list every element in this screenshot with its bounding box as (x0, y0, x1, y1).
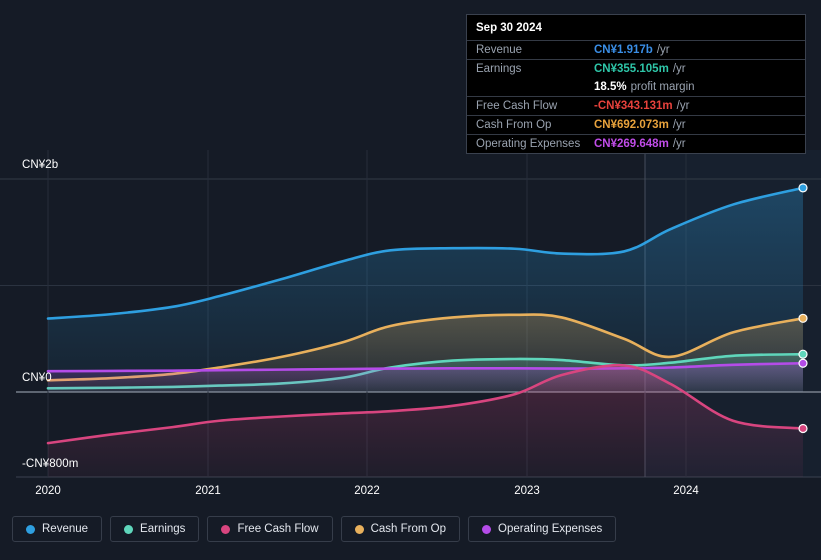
legend-item-revenue[interactable]: Revenue (12, 516, 103, 542)
legend-dot-cash-from-op-icon (354, 524, 364, 534)
tooltip-row-revenue: Revenue CN¥1.917b /yr (467, 40, 805, 59)
endpoint-dot (799, 314, 807, 322)
chart-legend: Revenue Earnings Free Cash Flow Cash Fro… (12, 516, 617, 542)
legend-item-free-cash-flow[interactable]: Free Cash Flow (207, 516, 333, 542)
tooltip-date: Sep 30 2024 (476, 22, 542, 34)
tooltip-label-revenue: Revenue (476, 44, 523, 56)
y-axis-label-bottom: -CN¥800m (22, 458, 79, 470)
tooltip-label-free-cash-flow: Free Cash Flow (476, 100, 558, 112)
tooltip-row-earnings: Earnings CN¥355.105m /yr (467, 59, 805, 78)
legend-label-cash-from-op: Cash From Op (370, 523, 447, 535)
tooltip-row-profit-margin: 18.5% profit margin (467, 78, 805, 96)
legend-dot-revenue-icon (26, 524, 35, 534)
tooltip-value-free-cash-flow: -CN¥343.131m (594, 100, 673, 112)
tooltip-row-operating-expenses: Operating Expenses CN¥269.648m /yr (467, 134, 805, 153)
y-axis-label-zero: CN¥0 (22, 372, 52, 384)
endpoint-dot (799, 350, 807, 358)
tooltip-label-cash-from-op: Cash From Op (476, 119, 552, 131)
endpoint-dot (799, 359, 807, 367)
x-axis-tick-2024: 2024 (673, 485, 699, 497)
legend-label-free-cash-flow: Free Cash Flow (237, 523, 319, 535)
tooltip-suffix-cash-from-op: /yr (672, 119, 686, 131)
x-axis-tick-2022: 2022 (354, 485, 380, 497)
legend-item-operating-expenses[interactable]: Operating Expenses (468, 516, 617, 542)
x-axis-tick-2020: 2020 (35, 485, 61, 497)
tooltip-row-free-cash-flow: Free Cash Flow -CN¥343.131m /yr (467, 96, 805, 115)
legend-dot-operating-expenses-icon (482, 524, 492, 534)
endpoint-dot (799, 184, 807, 192)
legend-item-cash-from-op[interactable]: Cash From Op (340, 516, 461, 542)
endpoint-dot (799, 425, 807, 432)
financial-area-chart: CN¥2b CN¥0 -CN¥800m 2020 2021 2022 2023 … (0, 0, 821, 560)
data-tooltip: Sep 30 2024 Revenue CN¥1.917b /yr Earnin… (466, 14, 806, 154)
tooltip-suffix-operating-expenses: /yr (672, 138, 686, 150)
tooltip-value-earnings: CN¥355.105m (594, 63, 669, 75)
tooltip-value-revenue: CN¥1.917b (594, 44, 653, 56)
tooltip-value-cash-from-op: CN¥692.073m (594, 119, 669, 131)
legend-label-operating-expenses: Operating Expenses (498, 523, 603, 535)
tooltip-suffix-revenue: /yr (656, 44, 670, 56)
tooltip-suffix-earnings: /yr (672, 63, 686, 75)
tooltip-row-cash-from-op: Cash From Op CN¥692.073m /yr (467, 115, 805, 134)
tooltip-suffix-free-cash-flow: /yr (676, 100, 690, 112)
legend-dot-free-cash-flow-icon (221, 524, 231, 534)
tooltip-value-profit-margin: 18.5% (594, 81, 627, 93)
plot-area (0, 150, 821, 480)
legend-label-earnings: Earnings (140, 523, 186, 535)
tooltip-label-operating-expenses: Operating Expenses (476, 138, 581, 150)
legend-dot-earnings-icon (124, 524, 134, 534)
x-axis-tick-2023: 2023 (514, 485, 540, 497)
chart-svg (0, 150, 821, 478)
legend-item-earnings[interactable]: Earnings (110, 516, 200, 542)
tooltip-value-operating-expenses: CN¥269.648m (594, 138, 669, 150)
y-axis-label-top: CN¥2b (22, 159, 59, 171)
tooltip-label-earnings: Earnings (476, 63, 522, 75)
tooltip-suffix-profit-margin: profit margin (630, 81, 695, 93)
legend-label-revenue: Revenue (42, 523, 89, 535)
x-axis-tick-2021: 2021 (195, 485, 221, 497)
